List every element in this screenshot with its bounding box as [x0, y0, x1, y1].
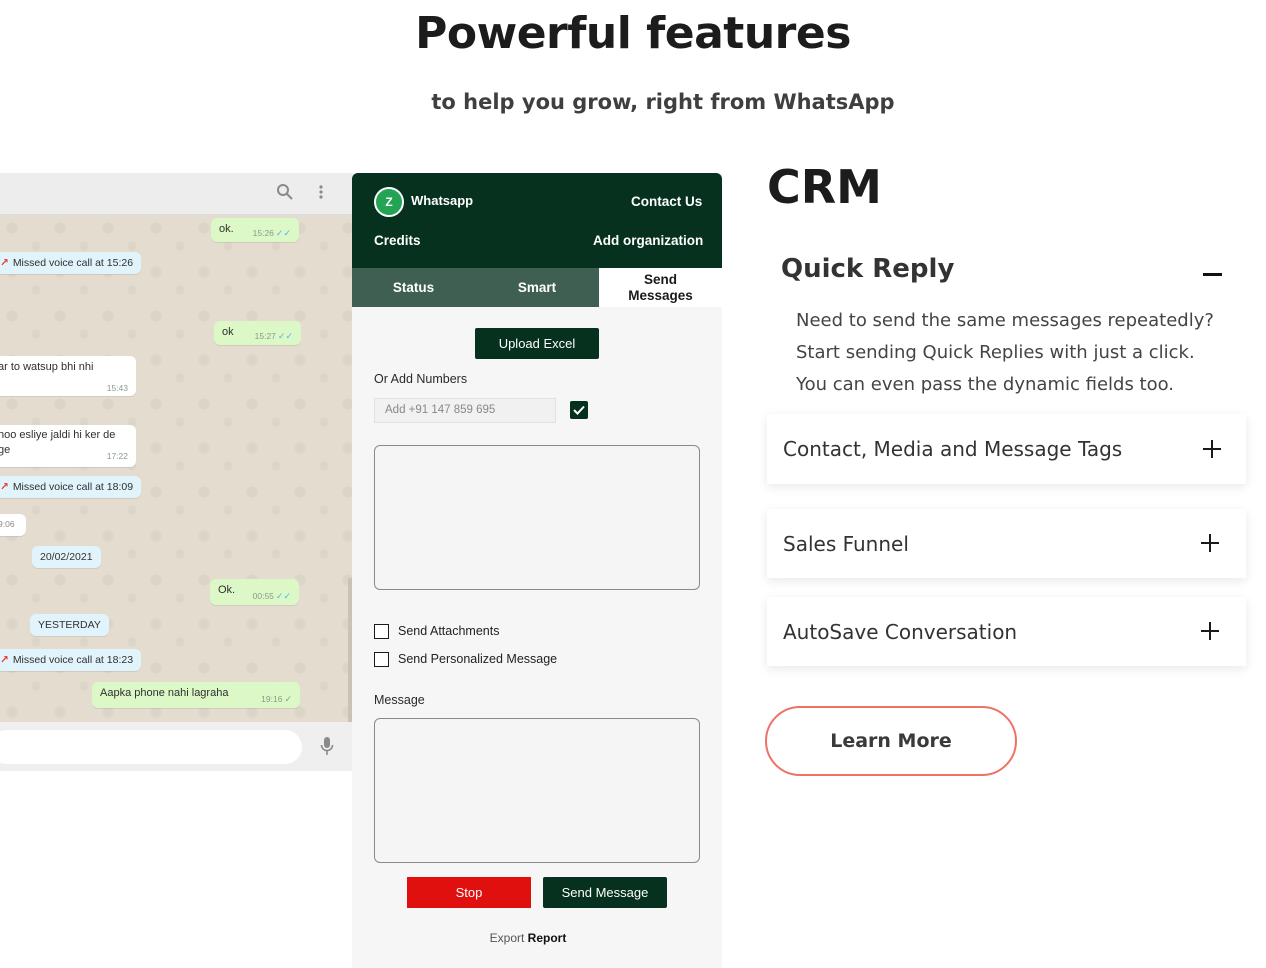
crm-title: CRM: [767, 160, 882, 214]
message-textarea[interactable]: [374, 718, 700, 863]
accordion-item-title: Contact, Media and Message Tags: [783, 437, 1123, 461]
minus-icon[interactable]: [1203, 273, 1222, 276]
missed-call-icon: ↗: [0, 481, 9, 493]
add-numbers-label: Or Add Numbers: [374, 372, 468, 386]
learn-more-button[interactable]: Learn More: [765, 706, 1017, 776]
plus-icon[interactable]: [1201, 534, 1219, 552]
numbers-confirm-checkbox[interactable]: [570, 401, 588, 419]
export-report-link[interactable]: Export Report: [352, 931, 704, 945]
brand-name: Whatsapp: [411, 193, 474, 208]
send-attachments-checkbox[interactable]: [374, 624, 389, 639]
tab-status[interactable]: Status: [352, 268, 475, 307]
upload-excel-button[interactable]: Upload Excel: [475, 328, 599, 359]
tab-send-messages[interactable]: Send Messages: [599, 268, 722, 307]
message-bubble: Ok. 00:55 ✓✓: [210, 579, 299, 605]
microphone-icon[interactable]: [320, 736, 334, 756]
message-bubble: ok. 15:26 ✓✓: [211, 218, 299, 242]
checkmark-icon: [573, 405, 585, 415]
accordion-item-autosave[interactable]: AutoSave Conversation: [767, 597, 1246, 666]
numbers-input[interactable]: Add +91 147 859 695: [374, 398, 556, 423]
panel-header: Z Whatsapp Contact Us Credits Add organi…: [352, 173, 722, 268]
search-icon[interactable]: [276, 183, 294, 206]
credits-link[interactable]: Credits: [374, 233, 421, 248]
plus-icon[interactable]: [1203, 440, 1221, 458]
accordion-item-sales-funnel[interactable]: Sales Funnel: [767, 509, 1246, 578]
quick-reply-description-line: Start sending Quick Replies with just a …: [796, 342, 1195, 363]
page-title: Powerful features: [415, 8, 851, 59]
chat-header: [0, 173, 352, 215]
message-label: Message: [374, 693, 425, 707]
whatsapp-chat-window: ok. 15:26 ✓✓ ↗ Missed voice call at 15:26 …: [0, 173, 352, 771]
accordion-item-title: Sales Funnel: [783, 532, 909, 556]
chat-composer: [0, 722, 352, 771]
date-divider: 20/02/2021: [32, 546, 101, 568]
message-bubble: 9:06: [0, 514, 26, 536]
page-subtitle: to help you grow, right from WhatsApp: [431, 90, 895, 114]
missed-call-notice: ↗ Missed voice call at 18:09: [0, 476, 142, 498]
kebab-menu-icon[interactable]: [318, 183, 324, 206]
add-organization-link[interactable]: Add organization: [593, 233, 703, 248]
missed-call-notice: ↗ Missed voice call at 15:26: [0, 252, 142, 274]
send-personalized-label: Send Personalized Message: [398, 652, 558, 666]
missed-call-icon: ↗: [0, 654, 9, 666]
date-divider: YESTERDAY: [30, 614, 109, 636]
accordion-item-contact-tags[interactable]: Contact, Media and Message Tags: [767, 414, 1246, 484]
missed-call-notice: ↗ Missed voice call at 18:23: [0, 649, 142, 671]
brand-logo-icon: Z: [374, 187, 404, 217]
message-bubble: Aapka phone nahi lagraha 19:16 ✓: [92, 682, 300, 708]
panel-tabs: Status Smart Send Messages: [352, 268, 722, 307]
message-bubble: ar to watsup bhi nhi 15:43: [0, 356, 136, 396]
contact-us-link[interactable]: Contact Us: [631, 194, 702, 209]
message-bubble: hoo esliye jaldi hi ker de ge 17:22: [0, 425, 136, 467]
chat-messages: ok. 15:26 ✓✓ ↗ Missed voice call at 15:26 …: [0, 216, 352, 722]
accordion-item-title: AutoSave Conversation: [783, 620, 1018, 644]
stop-button[interactable]: Stop: [407, 877, 531, 908]
send-attachments-label: Send Attachments: [398, 624, 500, 638]
plus-icon[interactable]: [1201, 622, 1219, 640]
message-bubble: ok 15:27 ✓✓: [214, 321, 301, 345]
numbers-textarea[interactable]: [374, 445, 700, 590]
tab-smart[interactable]: Smart: [475, 268, 599, 307]
extension-panel: Z Whatsapp Contact Us Credits Add organi…: [352, 173, 722, 968]
missed-call-icon: ↗: [0, 257, 9, 269]
message-compose-input[interactable]: [0, 730, 302, 764]
send-message-button[interactable]: Send Message: [543, 877, 667, 908]
quick-reply-description-line: Need to send the same messages repeatedl…: [796, 310, 1214, 331]
send-personalized-checkbox[interactable]: [374, 652, 389, 667]
quick-reply-description-line: You can even pass the dynamic fields too…: [796, 374, 1175, 395]
quick-reply-title[interactable]: Quick Reply: [781, 254, 954, 284]
